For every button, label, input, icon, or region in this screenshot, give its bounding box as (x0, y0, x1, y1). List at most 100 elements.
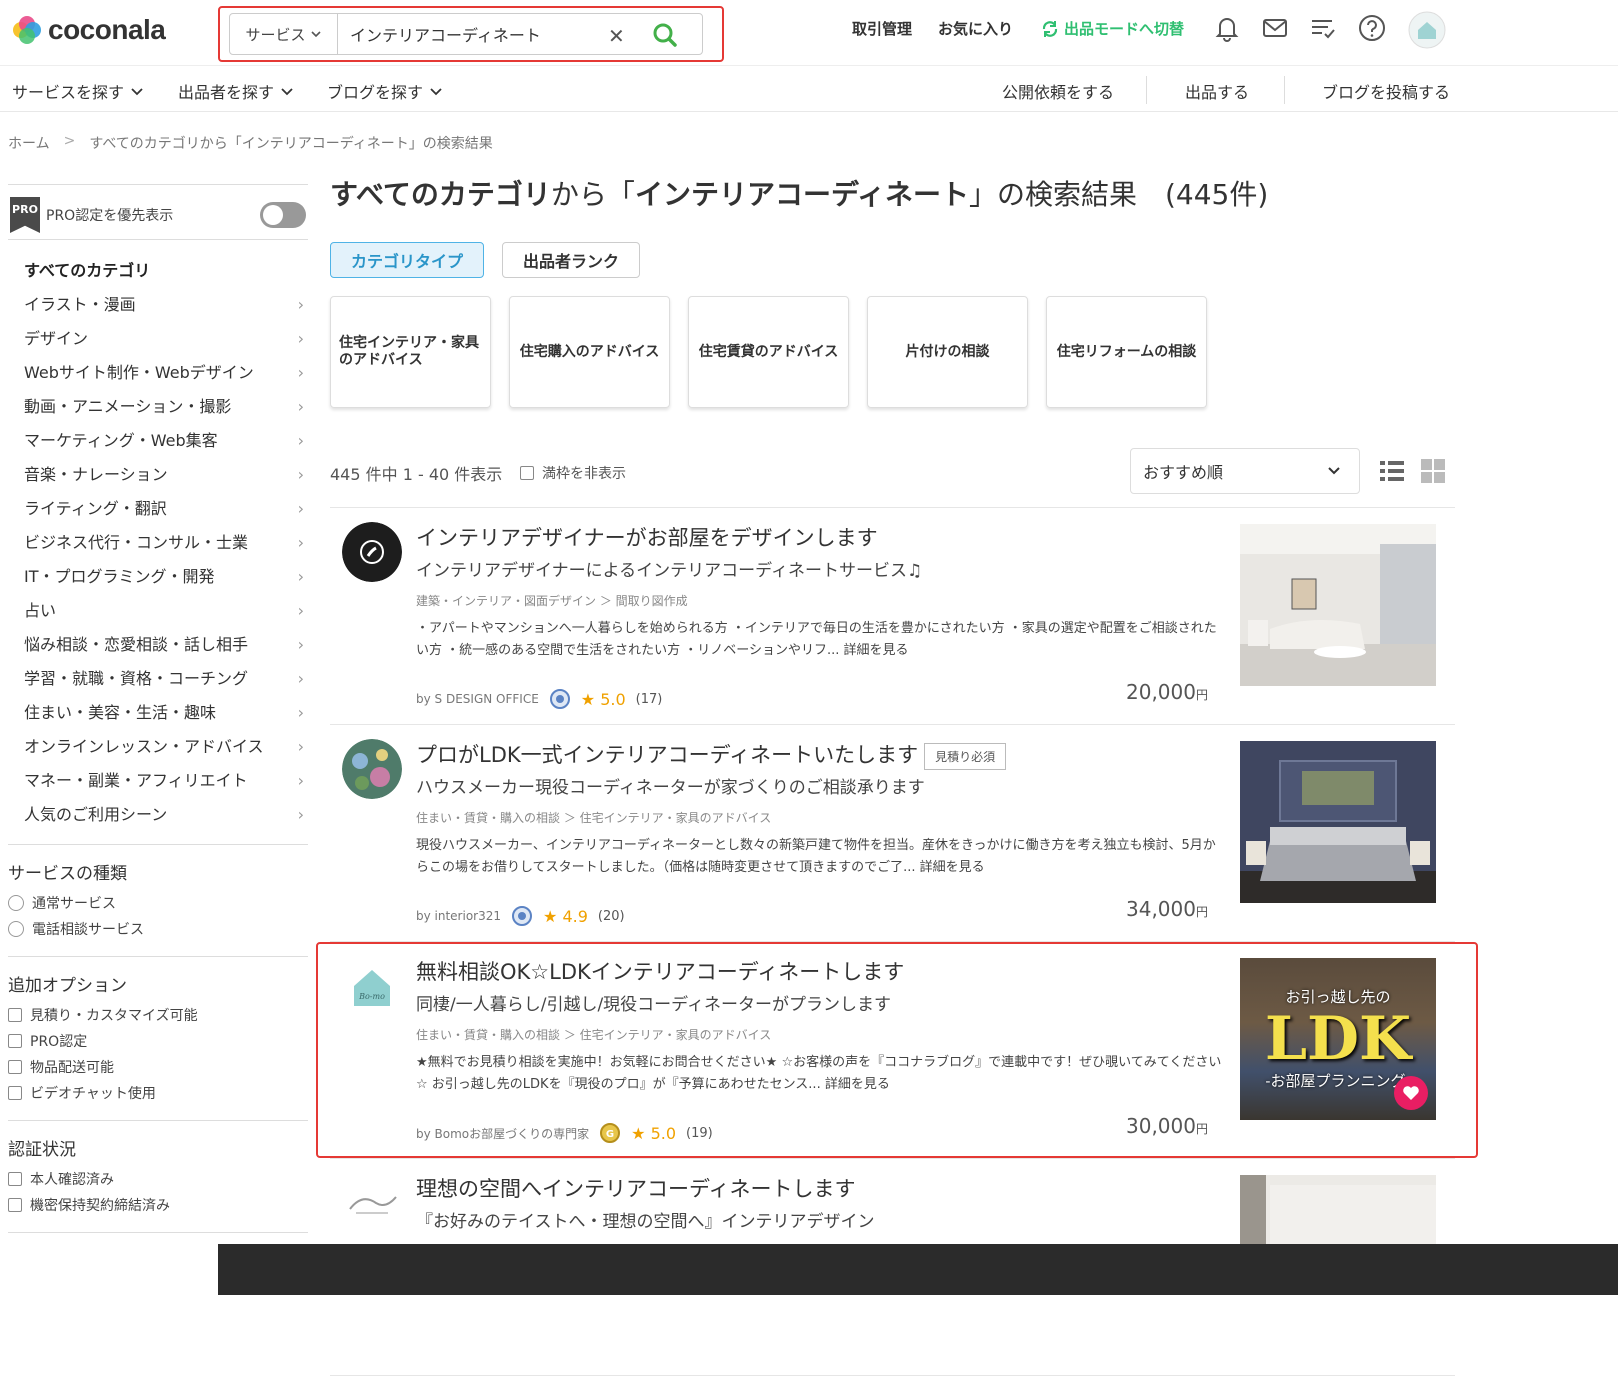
category-item[interactable]: Webサイト制作・Webデザイン › (24, 362, 304, 396)
category-item[interactable]: デザイン › (24, 328, 304, 362)
seller-avatar[interactable] (342, 739, 402, 799)
category-item[interactable]: 占い › (24, 600, 304, 634)
category-tile[interactable]: 住宅購入のアドバイス (509, 296, 670, 408)
chevron-down-icon (430, 88, 442, 96)
breadcrumb: ホーム > すべてのカテゴリから「インテリアコーディネート」の検索結果 (8, 133, 493, 153)
option-label: 見積り・カスタマイズ可能 (30, 1008, 198, 1024)
pro-priority-toggle[interactable] (260, 202, 306, 228)
category-item[interactable]: オンラインレッスン・アドバイス › (24, 736, 304, 770)
category-label: 住まい・美容・生活・趣味 (24, 703, 217, 722)
category-tile[interactable]: 住宅インテリア・家具のアドバイス (330, 296, 491, 408)
service-title[interactable]: インテリアデザイナーがお部屋をデザインします (416, 522, 878, 552)
category-tile[interactable]: 片付けの相談 (867, 296, 1028, 408)
find-blogs-menu[interactable]: ブログを探す (327, 79, 443, 103)
category-item[interactable]: イラスト・漫画 › (24, 294, 304, 328)
coconala-logo[interactable]: coconala (12, 14, 166, 46)
chevron-right-icon: › (297, 499, 304, 518)
category-item[interactable]: マーケティング・Web集客 › (24, 430, 304, 464)
option-checkbox-row[interactable]: 機密保持契約締結済み (8, 1192, 308, 1218)
category-item[interactable]: IT・プログラミング・開発 › (24, 566, 304, 600)
sort-select[interactable]: おすすめ順 (1130, 448, 1360, 494)
find-services-menu[interactable]: サービスを探す (12, 79, 144, 103)
seller-avatar[interactable] (342, 522, 402, 582)
favorite-heart-icon[interactable] (1394, 1076, 1428, 1110)
option-checkbox-row[interactable]: 本人確認済み (8, 1166, 308, 1192)
category-all[interactable]: すべてのカテゴリ (24, 260, 304, 294)
option-checkbox-row[interactable]: 物品配送可能 (8, 1054, 308, 1080)
clear-icon[interactable]: ✕ (608, 24, 625, 48)
service-title[interactable]: プロがLDK一式インテリアコーディネートいたします 見積り必須 (416, 739, 1007, 770)
service-subtitle: インテリアデザイナーによるインテリアコーディネートサービス♫ (416, 561, 923, 581)
list-view-icon[interactable] (1379, 458, 1405, 484)
category-item[interactable]: 動画・アニメーション・撮影 › (24, 396, 304, 430)
grid-view-icon[interactable] (1420, 458, 1446, 484)
result-card[interactable]: インテリアデザイナーがお部屋をデザインします インテリアデザイナーによるインテリ… (330, 508, 1455, 725)
chevron-right-icon: › (297, 295, 304, 314)
seller-mode-link[interactable]: 出品モードへ切替 (1040, 18, 1184, 39)
result-card[interactable]: プロがLDK一式インテリアコーディネートいたします 見積り必須 ハウスメーカー現役… (330, 725, 1455, 942)
mail-icon[interactable] (1260, 13, 1290, 43)
category-item[interactable]: 学習・就職・資格・コーチング › (24, 668, 304, 702)
checkbox[interactable] (8, 1034, 22, 1048)
category-item[interactable]: 悩み相談・恋愛相談・話し相手 › (24, 634, 304, 668)
checkbox[interactable] (520, 466, 534, 480)
search-category-select[interactable]: サービス (230, 14, 338, 54)
list-check-icon[interactable] (1308, 13, 1338, 43)
find-blogs-label: ブログを探す (327, 83, 424, 102)
category-tile[interactable]: 住宅リフォームの相談 (1046, 296, 1207, 408)
seller-avatar[interactable] (342, 1173, 402, 1233)
option-checkbox-row[interactable]: 見積り・カスタマイズ可能 (8, 1002, 308, 1028)
deals-link[interactable]: 取引管理 (852, 18, 912, 39)
radio-button[interactable] (8, 895, 24, 911)
seller-name[interactable]: by S DESIGN OFFICE (416, 692, 539, 706)
favorites-link[interactable]: お気に入り (938, 18, 1013, 39)
sub-navigation: サービスを探す 出品者を探す ブログを探す 公開依頼をする 出品する ブログを投… (0, 66, 1618, 112)
category-item[interactable]: マネー・副業・アフィリエイト › (24, 770, 304, 804)
bell-icon[interactable] (1212, 13, 1242, 43)
category-tile[interactable]: 住宅賃貸のアドバイス (688, 296, 849, 408)
service-thumbnail[interactable] (1240, 524, 1436, 686)
user-avatar[interactable] (1408, 11, 1446, 49)
category-item[interactable]: 人気のご利用シーン › (24, 804, 304, 838)
list-service-link[interactable]: 出品する (1185, 79, 1249, 103)
find-sellers-menu[interactable]: 出品者を探す (178, 79, 294, 103)
service-type-option[interactable]: 電話相談サービス (8, 916, 308, 942)
category-label: 音楽・ナレーション (24, 465, 168, 484)
chevron-right-icon: › (297, 805, 304, 824)
category-label: 悩み相談・恋愛相談・話し相手 (24, 635, 249, 654)
category-item[interactable]: ライティング・翻訳 › (24, 498, 304, 532)
category-item[interactable]: 住まい・美容・生活・趣味 › (24, 702, 304, 736)
category-item[interactable]: ビジネス代行・コンサル・士業 › (24, 532, 304, 566)
seller-name[interactable]: by interior321 (416, 909, 501, 923)
service-type-option[interactable]: 通常サービス (8, 890, 308, 916)
public-request-link[interactable]: 公開依頼をする (1002, 79, 1114, 103)
page-title: すべてのカテゴリから「インテリアコーディネート」の検索結果 (445件) (330, 170, 1455, 220)
service-category[interactable]: 住まい・賃貸・購入の相談 ＞ 住宅インテリア・家具のアドバイス (416, 809, 771, 826)
breadcrumb-home[interactable]: ホーム (8, 133, 50, 153)
category-item[interactable]: 音楽・ナレーション › (24, 464, 304, 498)
search-input[interactable] (338, 24, 608, 44)
checkbox[interactable] (8, 1008, 22, 1022)
checkbox[interactable] (8, 1172, 22, 1186)
post-blog-link[interactable]: ブログを投稿する (1322, 79, 1450, 103)
option-checkbox-row[interactable]: PRO認定 (8, 1028, 308, 1054)
service-thumbnail[interactable] (1240, 1175, 1436, 1245)
category-label: Webサイト制作・Webデザイン (24, 363, 254, 382)
verification-filter: 認証状況 本人確認済み 機密保持契約締結済み (8, 1120, 308, 1218)
service-category[interactable]: 建築・インテリア・図面デザイン ＞ 間取り図作成 (416, 592, 688, 609)
help-icon[interactable] (1357, 13, 1387, 43)
service-thumbnail[interactable] (1240, 741, 1436, 903)
checkbox[interactable] (8, 1086, 22, 1100)
chevron-down-icon (281, 88, 293, 96)
tab-category-type[interactable]: カテゴリタイプ (330, 242, 485, 278)
option-checkbox-row[interactable]: ビデオチャット使用 (8, 1080, 308, 1106)
rating-stars: ★ 5.0 (580, 689, 626, 709)
chevron-right-icon: › (297, 567, 304, 586)
tab-seller-rank[interactable]: 出品者ランク (502, 242, 641, 278)
service-title[interactable]: 理想の空間へインテリアコーディネートします (416, 1173, 856, 1203)
hide-full-toggle[interactable]: 満枠を非表示 (520, 463, 626, 483)
checkbox[interactable] (8, 1060, 22, 1074)
radio-button[interactable] (8, 921, 24, 937)
search-icon[interactable] (650, 20, 680, 50)
checkbox[interactable] (8, 1198, 22, 1212)
